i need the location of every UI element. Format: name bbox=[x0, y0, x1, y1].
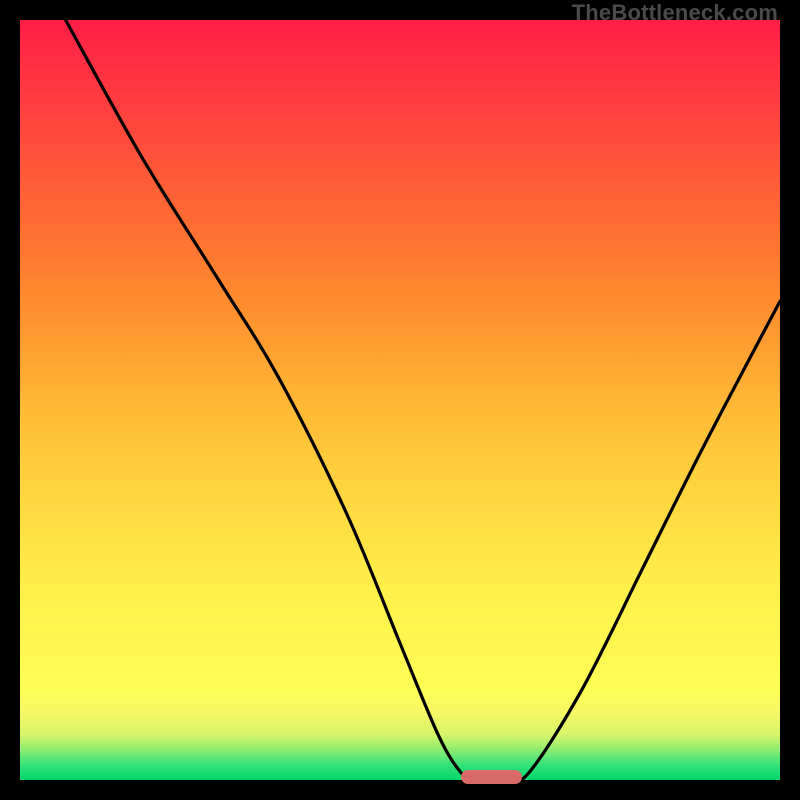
bottleneck-curve bbox=[20, 20, 780, 780]
chart-frame: TheBottleneck.com bbox=[0, 0, 800, 800]
plot-area bbox=[20, 20, 780, 780]
optimal-marker bbox=[461, 770, 522, 784]
